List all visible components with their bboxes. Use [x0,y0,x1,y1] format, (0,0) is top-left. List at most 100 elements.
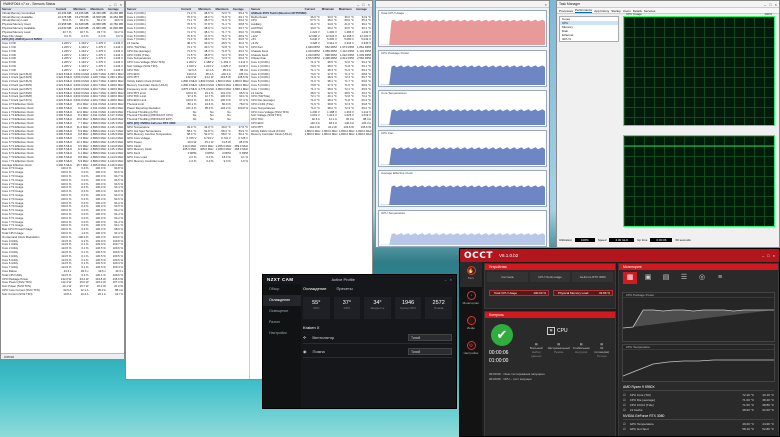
sensor-min: 32.00 °C [762,407,774,412]
sensor-checkbox[interactable]: ☑ [623,403,626,407]
occt-usage-bar: Total CPU Usage 100.00 % [489,290,549,296]
maximize-icon[interactable]: □ [767,253,769,258]
sensor-graph[interactable]: CPU Package Power [378,50,547,87]
sensor-graph[interactable]: Total CPU Usage [378,10,547,47]
list-icon[interactable]: ☰ [677,272,691,284]
nzxt-nav-item[interactable]: Разгон [263,317,301,328]
tab-0[interactable]: Processes [559,9,573,13]
close-icon[interactable]: × [368,2,370,7]
mode-select[interactable]: Тихий [408,334,452,341]
occt-nav-item[interactable]: ⓘ Инфо [460,312,482,337]
sensor-icon[interactable]: ◎ [695,272,709,284]
maximize-icon[interactable]: □ [362,2,364,7]
footer-value: 4.30 GHz [609,238,635,242]
sensor-checkbox[interactable]: ☑ [623,422,626,426]
tab-6[interactable]: Services [644,9,656,13]
graphs-titlebar[interactable]: × [376,1,549,8]
tab-2[interactable]: App history [594,9,609,13]
settings-icon: ⚙ [466,341,476,350]
occt-section-title[interactable]: AMD Ryzen 9 5950X [623,385,774,391]
minimize-icon[interactable]: – [109,2,111,7]
sensor-current: 71.50 °C [742,402,754,407]
occt-nav-label: Инфо [467,326,475,330]
table-row[interactable]: SoC Current (SVI2 TFN) 19.8 A 19.4 A 20.1 A… [1,293,124,297]
nzxt-nav-item[interactable]: Охлаждение [263,295,301,306]
mode-select[interactable]: Тихий [408,348,452,355]
occt-device-tab[interactable]: CPU Clock usage [529,272,571,282]
temp-graph-line [622,359,774,377]
hwinfo-title: HWiNFO64 v7.xx - Sensors Status [3,2,56,6]
stat-label: Кулер CPU [400,306,416,310]
occt-device-tab[interactable]: GeForce RTX 3080 [572,272,614,282]
control-name: Вентилятор [312,335,335,340]
tab-1[interactable]: Performance [575,8,593,13]
stat-label: CPU [313,306,320,310]
sensor-graph[interactable]: Core Temperatures [378,90,547,127]
sensor-checkbox[interactable]: ☑ [623,427,626,431]
tab-3[interactable]: Startup [611,9,621,13]
occt-temp-graph: CPU Temperature [622,344,775,382]
occt-option[interactable]: ▤ Экстремальный Режим [548,342,570,358]
nzxt-tab[interactable]: Пресеты [337,286,353,291]
occt-nav-item[interactable]: ⚙ Настройки [460,337,482,362]
sensor-checkbox[interactable]: ☑ [623,408,626,412]
occt-option[interactable]: ▤ Стабильная Нагрузка [572,342,591,358]
monitor-icon[interactable]: ▣ [641,272,655,284]
sensor-graph[interactable]: Average Effective Clock [378,170,547,207]
table-row[interactable]: Memory Controller Clock (UCLK) 1,800.0 MH… [250,133,372,137]
occt-usage-bar: Physical Memory Load 33.86 % [553,290,613,296]
graph-area [380,233,546,246]
occt-version: V8.1.0.b2 [499,253,519,258]
sensor-current: 48.00 °C [742,407,754,412]
active-profile-label[interactable]: Active Profile [331,277,354,282]
nzxt-stat: 2572 Помпа [425,297,452,319]
occt-sensor-row: ☑ GPU Hot Spot 58.10 °C 52.80 °C [623,426,774,431]
close-icon[interactable]: × [120,2,122,7]
device-item[interactable]: GPU 0 [560,37,618,41]
close-icon[interactable]: × [775,2,777,7]
nzxt-nav-item[interactable]: Настройки [263,328,301,339]
maximize-icon[interactable]: □ [769,2,771,7]
sensor-graph[interactable]: CPU Fan [378,130,547,167]
sensor-checkbox[interactable]: ☑ [623,393,626,397]
minimize-icon[interactable]: – [762,253,764,258]
maximize-icon[interactable]: □ [114,2,116,7]
task-manager-titlebar[interactable]: Task Manager – □ × [557,1,779,8]
dashboard-icon[interactable]: ▦ [623,272,637,284]
start-test-button[interactable]: ✔ [491,324,513,346]
sensor-graph[interactable]: GPU Temperature [378,210,547,247]
hwinfo2-titlebar[interactable]: – □ × [126,1,372,8]
occt-nav-item[interactable]: 🔥 Тест [460,262,482,287]
sensor-value: 19.4 A [80,292,89,296]
minimize-icon[interactable]: – [357,2,359,7]
table-row[interactable]: GPU Memory Controller Load 1.0 % 0.0 % 9.0 … [126,160,249,164]
occt-option[interactable]: ▤ 32 потока(ов) Потоки [592,342,611,358]
footer-label: Utilization [559,238,573,242]
log-entry: 00:00:06 · CPU – тест запущен [489,377,532,381]
sensor-min: 52.80 °C [762,426,774,431]
sensor-current: 71.00 °C [742,397,754,402]
close-icon[interactable]: × [545,2,547,7]
occt-option[interactable]: ▤ Большой Набор данных [527,342,546,358]
close-icon[interactable]: × [773,253,775,258]
close-icon[interactable]: × [450,277,452,282]
minimize-icon[interactable]: – [444,277,446,282]
menu-icon[interactable]: ≡ [713,272,727,284]
minimize-icon[interactable]: – [764,2,766,7]
nzxt-nav-item[interactable]: Освещение [263,306,301,317]
occt-device-tab[interactable]: Система [487,272,528,282]
nzxt-nav-item[interactable]: Обзор [263,284,301,295]
occt-nav-item[interactable]: ◔ Мониторинг [460,287,482,312]
sensor-name: GPU Memory Controller Load [127,159,164,163]
footer-label: Up time [637,238,648,242]
sensor-checkbox[interactable]: ☑ [623,398,626,402]
hwinfo-titlebar[interactable]: HWiNFO64 v7.xx - Sensors Status – □ × [1,1,124,8]
footer-label: Speed [597,238,607,242]
chart-icon[interactable]: ▤ [659,272,673,284]
occt-section-title[interactable]: NVIDIA GeForce RTX 3080 [623,414,774,420]
task-manager-device-list: Cores CPU Memory Disk Ethernet GPU 0 [559,16,619,42]
graph-area [380,147,546,166]
nzxt-tab[interactable]: Охлаждение [303,286,327,291]
nzxt-controls: ✣ Вентилятор Тихий ◉ Помпа Тихий [303,332,452,362]
sensor-value: 19.7 A [115,292,123,296]
